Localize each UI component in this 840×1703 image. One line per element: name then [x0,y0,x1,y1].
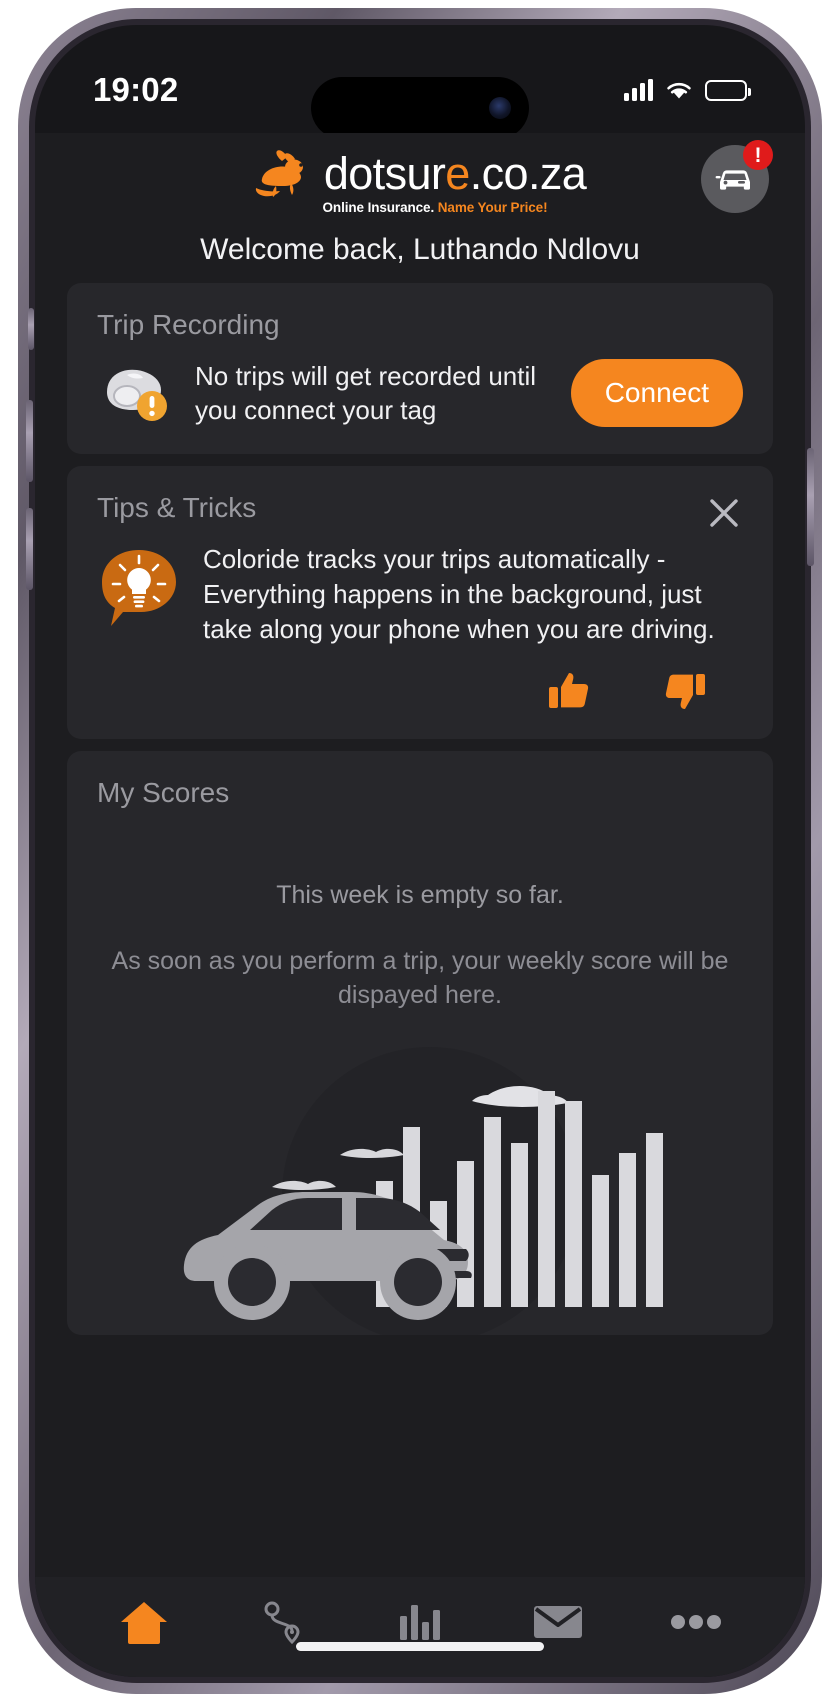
trip-recording-title: Trip Recording [97,309,280,340]
cellular-signal-icon [624,79,653,101]
scores-illustration [97,1035,743,1335]
rabbit-logo-icon [255,150,303,197]
envelope-icon [534,1606,582,1638]
power-button[interactable] [807,448,814,566]
tips-feedback [97,669,743,713]
ellipsis-icon [671,1615,721,1629]
app-header: dotsure.co.za Online Insurance. Name You… [35,133,805,283]
car-with-bar-chart-illustration [183,1046,663,1335]
nav-item-stats[interactable] [351,1577,489,1667]
connect-button[interactable]: Connect [570,359,743,428]
thumbs-down-icon[interactable] [663,669,707,713]
volume-up-button[interactable] [26,400,33,482]
silent-switch[interactable] [28,308,34,350]
bar-chart-icon [400,1605,440,1640]
dynamic-island [311,77,529,139]
brand-logo: dotsure.co.za Online Insurance. Name You… [75,149,765,215]
close-icon[interactable] [705,494,743,532]
my-scores-card: My Scores This week is empty so far. As … [67,750,773,1335]
thumbs-up-icon[interactable] [547,669,591,713]
tips-title: Tips & Tricks [97,491,257,523]
front-camera [489,97,511,119]
my-scores-title: My Scores [97,776,230,808]
phone-bezel: 19:02 dotsure.co.za Online Insurance. Na… [29,19,811,1683]
vehicle-status-button[interactable]: ! [701,140,773,213]
status-time: 19:02 [93,71,179,108]
trip-recording-row: No trips will get recorded until you con… [97,359,743,428]
status-indicators [624,79,751,101]
volume-down-button[interactable] [26,508,33,590]
battery-icon [705,79,751,101]
screenshot-stage: 19:02 dotsure.co.za Online Insurance. Na… [0,0,840,1703]
route-pin-icon [264,1601,300,1645]
app-container: dotsure.co.za Online Insurance. Name You… [35,133,805,1677]
bottom-navigation [35,1577,805,1677]
tips-and-tricks-card: Tips & Tricks Coloride tracks your trips… [67,465,773,739]
trip-recording-message: No trips will get recorded until you con… [195,361,537,426]
alert-badge: ! [743,140,773,170]
tips-body: Coloride tracks your trips automatically… [203,543,715,644]
logo-tagline: Online Insurance. Name Your Price! [322,200,548,215]
wifi-icon [667,83,691,99]
logo-row: dotsure.co.za [254,147,587,199]
scroll-area[interactable]: dotsure.co.za Online Insurance. Name You… [35,133,805,1577]
home-icon [121,1602,167,1644]
logo-text: dotsure.co.za [323,147,587,199]
car-icon [715,170,750,190]
lightbulb-speech-bubble-icon [102,549,176,626]
phone-screen: 19:02 dotsure.co.za Online Insurance. Na… [35,25,805,1677]
home-indicator[interactable] [296,1642,544,1651]
nav-item-trips[interactable] [213,1577,351,1667]
welcome-message: Welcome back, Luthando Ndlovu [200,233,640,266]
phone-frame: 19:02 dotsure.co.za Online Insurance. Na… [18,8,822,1694]
tips-row: Coloride tracks your trips automatically… [97,542,743,647]
scores-empty-secondary: As soon as you perform a trip, your week… [111,946,729,1010]
nav-item-messages[interactable] [489,1577,627,1667]
nav-item-more[interactable] [627,1577,765,1667]
scores-empty-primary: This week is empty so far. [276,880,564,909]
tag-device-icon [97,362,175,424]
trip-recording-card: Trip Recording No trips will get recorde… [67,283,773,454]
nav-item-home[interactable] [75,1577,213,1667]
